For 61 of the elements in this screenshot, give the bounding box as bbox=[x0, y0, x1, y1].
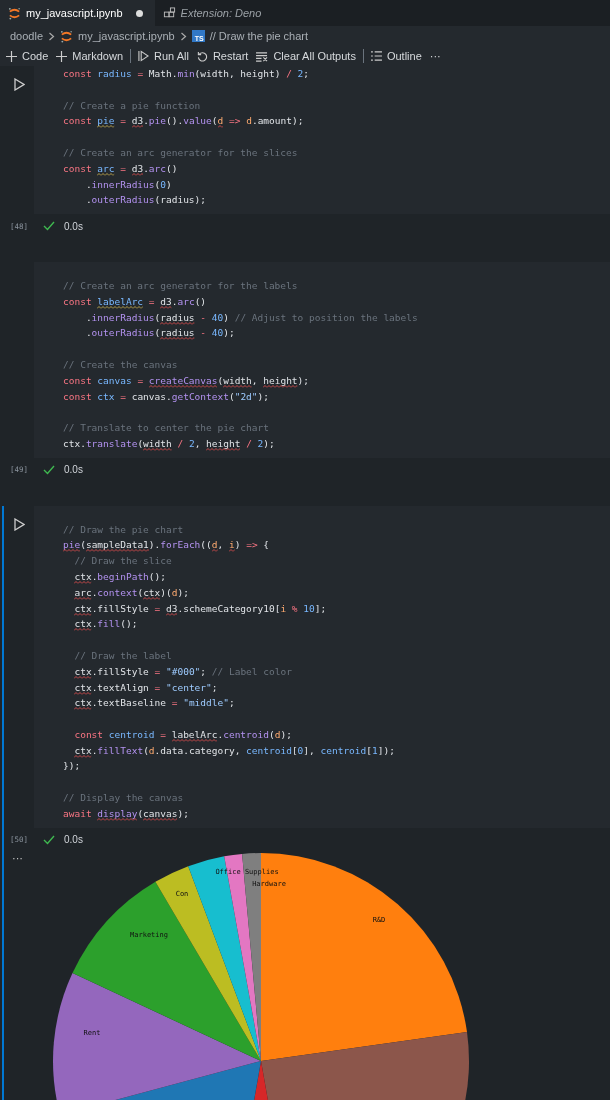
toolbar-button[interactable]: Outline bbox=[366, 46, 426, 66]
code-line: const centroid = labelArc.centroid(d); bbox=[73, 727, 293, 743]
execution-time: 0.0s bbox=[64, 220, 83, 232]
code-line: const radius = Math.min(width, height) / 2; bbox=[63, 67, 311, 81]
code-line: ctx.fillText(d.data.category, centroid[0], centroid[1]); bbox=[73, 743, 396, 759]
code-line: .innerRadius(0) bbox=[84, 177, 173, 192]
execution-time: 0.0s bbox=[64, 464, 83, 476]
code-line: ctx.fillStyle = d3.schemeCategory10[i % 10]; bbox=[73, 601, 328, 617]
run-cell-icon[interactable] bbox=[13, 517, 25, 531]
code-line: ctx.fill(); bbox=[73, 617, 139, 633]
restart-icon bbox=[196, 50, 208, 62]
code-line: ctx.fillStyle = "#000"; // Label color bbox=[73, 664, 293, 680]
jupyter-icon bbox=[8, 6, 21, 20]
code-line: // Create the canvas bbox=[63, 357, 179, 372]
code-line: .innerRadius(radius - 40) // Adjust to position the labels bbox=[84, 310, 419, 326]
code-line: // Translate to center the pie chart bbox=[63, 421, 270, 436]
toolbar-button[interactable]: Run All bbox=[134, 46, 193, 66]
code-line: // Create an arc generator for the slices bbox=[63, 146, 299, 160]
plus-icon bbox=[6, 50, 17, 62]
code-line: pie(sampleData1).forEach((d, i) => { bbox=[63, 538, 271, 554]
editor-tab[interactable]: Extension: Deno bbox=[154, 0, 274, 26]
code-line: ctx.textAlign = "center"; bbox=[73, 680, 219, 696]
toolbar-button[interactable]: Clear All Outputs bbox=[252, 46, 360, 66]
code-line: .outerRadius(radius - 40); bbox=[84, 326, 236, 342]
code-line: ctx.textBaseline = "middle"; bbox=[73, 696, 236, 712]
editor-tab[interactable]: my_javascript.ipynb bbox=[0, 0, 155, 26]
chevron-icon bbox=[179, 31, 187, 41]
code-line: // Draw the pie chart bbox=[63, 522, 185, 537]
plus-icon bbox=[56, 50, 68, 62]
code-line: await display(canvas); bbox=[63, 806, 190, 822]
run-all-icon bbox=[138, 50, 150, 62]
code-line: const canvas = createCanvas(width, height); bbox=[63, 373, 311, 389]
breadcrumb-item[interactable]: my_javascript.ipynb bbox=[78, 30, 175, 42]
toolbar-button[interactable]: ··· bbox=[425, 46, 445, 66]
code-line: ctx.beginPath(); bbox=[73, 569, 167, 585]
code-line: // Create an arc generator for the labels bbox=[63, 278, 299, 293]
toolbar-button[interactable]: Markdown bbox=[52, 46, 128, 66]
clear-outputs-icon bbox=[256, 50, 269, 62]
code-line: }); bbox=[63, 759, 82, 774]
code-line: arc.context(ctx)(d); bbox=[73, 585, 190, 601]
code-line: // Display the canvas bbox=[63, 791, 185, 806]
code-line: const arc = d3.arc() bbox=[63, 161, 179, 177]
output-menu[interactable]: ··· bbox=[12, 853, 23, 862]
extension-icon bbox=[162, 6, 176, 20]
code-line: const labelArc = d3.arc() bbox=[63, 294, 208, 310]
chevron-icon bbox=[48, 31, 56, 41]
toolbar-button[interactable]: Code bbox=[2, 46, 53, 66]
code-line: const pie = d3.pie().value(d => d.amount); bbox=[63, 114, 305, 130]
code-line: // Create a pie function bbox=[63, 98, 202, 113]
breadcrumb-item[interactable]: // Draw the pie chart bbox=[209, 30, 309, 42]
code-line: // Draw the slice bbox=[73, 554, 173, 569]
jupyter-icon bbox=[60, 29, 74, 43]
code-line: ctx.translate(width / 2, height / 2); bbox=[63, 436, 276, 452]
toolbar-button[interactable]: Restart bbox=[192, 46, 253, 66]
code-line: const ctx = canvas.getContext("2d"); bbox=[63, 389, 270, 404]
run-cell-icon[interactable] bbox=[13, 78, 25, 91]
code-line: // Draw the label bbox=[73, 648, 173, 663]
code-line: .outerRadius(radius); bbox=[84, 193, 207, 208]
outline-icon bbox=[370, 51, 382, 61]
execution-time: 0.0s bbox=[64, 834, 83, 846]
breadcrumb-item[interactable]: doodle bbox=[10, 30, 44, 42]
